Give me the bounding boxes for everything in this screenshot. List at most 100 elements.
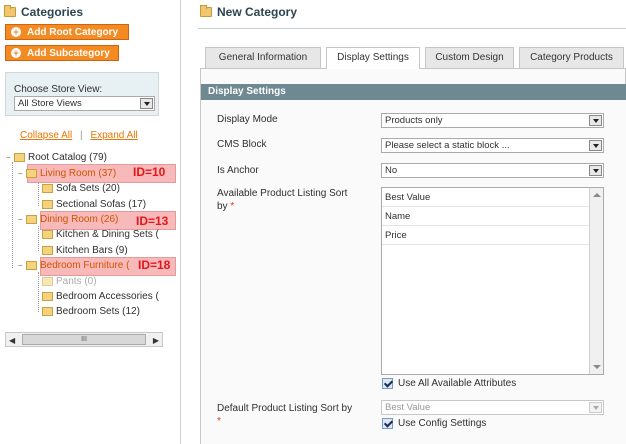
- cms-block-label: CMS Block: [217, 139, 267, 150]
- sort-by-label-line1: Available Product Listing Sort: [217, 188, 348, 199]
- store-view-value: All Store Views: [18, 98, 82, 109]
- tree-node-label: Kitchen & Dining Sets (: [56, 229, 159, 240]
- tab-general-information[interactable]: General Information: [205, 47, 321, 68]
- folder-icon: [200, 5, 212, 17]
- cms-block-value: Please select a static block ...: [385, 140, 510, 151]
- tree-line: [38, 180, 39, 206]
- tab-label: General Information: [218, 52, 308, 63]
- scroll-up-icon[interactable]: [593, 193, 601, 197]
- tree-node-sectional-sofas[interactable]: Sectional Sofas (17): [42, 199, 146, 210]
- expand-all-link[interactable]: Expand All: [90, 130, 137, 141]
- display-mode-value: Products only: [385, 115, 443, 126]
- store-view-label: Choose Store View:: [14, 84, 103, 95]
- sort-by-multiselect[interactable]: Best Value Name Price: [381, 187, 604, 375]
- tree-node-label: Bedroom Furniture (: [40, 260, 130, 271]
- dining-room-id-label: ID=13: [136, 214, 169, 228]
- display-mode-select[interactable]: Products only: [381, 113, 604, 128]
- plus-icon: +: [11, 27, 21, 37]
- collapse-toggle-icon: −: [18, 169, 23, 178]
- chevron-down-icon: [589, 115, 602, 126]
- tree-node-bedroom-furniture[interactable]: − Bedroom Furniture (: [18, 260, 129, 271]
- use-config-settings-checkbox[interactable]: [382, 418, 393, 429]
- controls-separator: |: [80, 130, 83, 141]
- page-title: New Category: [200, 5, 297, 19]
- chevron-down-icon: [589, 165, 602, 176]
- folder-icon: [26, 261, 37, 270]
- add-root-category-label: Add Root Category: [27, 26, 119, 38]
- tree-node-label: Living Room (37): [40, 168, 117, 179]
- scroll-right-icon[interactable]: ▶: [153, 336, 159, 345]
- tree-node-label: Pants (0): [56, 276, 97, 287]
- is-anchor-select[interactable]: No: [381, 163, 604, 178]
- store-view-select[interactable]: All Store Views: [14, 96, 155, 111]
- folder-icon: [42, 184, 53, 193]
- cms-block-select[interactable]: Please select a static block ...: [381, 138, 604, 153]
- folder-icon: [14, 153, 25, 162]
- tree-node-pants[interactable]: Pants (0): [42, 276, 97, 287]
- use-all-attributes-checkbox[interactable]: [382, 378, 393, 389]
- use-all-attributes-label: Use All Available Attributes: [398, 378, 517, 389]
- sort-by-label-line2: by: [217, 201, 228, 212]
- folder-icon: [42, 246, 53, 255]
- sort-list-scrollbar[interactable]: [589, 188, 603, 374]
- tree-node-bedroom-accessories[interactable]: Bedroom Accessories (: [42, 291, 159, 302]
- add-root-category-button[interactable]: + Add Root Category: [5, 24, 129, 40]
- default-sort-value: Best Value: [385, 402, 431, 413]
- tree-horizontal-scrollbar[interactable]: ◀ III ▶: [5, 332, 163, 347]
- folder-icon: [4, 5, 16, 17]
- living-room-id-label: ID=10: [133, 165, 166, 179]
- folder-icon: [42, 230, 53, 239]
- scroll-left-icon[interactable]: ◀: [9, 336, 15, 345]
- tab-display-settings[interactable]: Display Settings: [326, 47, 420, 69]
- tree-node-label: Sectional Sofas (17): [56, 199, 147, 210]
- chevron-down-icon: [589, 402, 602, 413]
- folder-icon: [42, 277, 53, 286]
- sort-option[interactable]: Name: [382, 207, 589, 226]
- tab-label: Custom Design: [435, 52, 504, 63]
- title-divider: [198, 28, 626, 29]
- tab-label: Display Settings: [337, 52, 409, 63]
- chevron-down-icon: [140, 98, 153, 109]
- use-config-settings-label: Use Config Settings: [398, 418, 487, 429]
- folder-icon: [42, 200, 53, 209]
- page-title-text: New Category: [217, 5, 298, 19]
- tree-node-bedroom-sets[interactable]: Bedroom Sets (12): [42, 306, 140, 317]
- collapse-toggle-icon: −: [18, 261, 23, 270]
- tab-custom-design[interactable]: Custom Design: [425, 47, 514, 68]
- folder-icon: [26, 215, 37, 224]
- sort-option[interactable]: Price: [382, 226, 589, 245]
- column-divider: [180, 0, 181, 444]
- required-marker: *: [230, 201, 235, 212]
- tree-node-kitchen-dining-sets[interactable]: Kitchen & Dining Sets (: [42, 229, 159, 240]
- category-sidebar: Categories + Add Root Category + Add Sub…: [0, 0, 178, 444]
- tree-node-kitchen-bars[interactable]: Kitchen Bars (9): [42, 245, 128, 256]
- add-subcategory-button[interactable]: + Add Subcategory: [5, 45, 119, 61]
- tree-line: [38, 272, 39, 312]
- chevron-down-icon: [589, 140, 602, 151]
- tree-node-label: Bedroom Accessories (: [56, 291, 159, 302]
- tree-node-root[interactable]: − Root Catalog (79): [6, 152, 107, 163]
- scroll-thumb[interactable]: III: [22, 334, 146, 345]
- tree-node-living-room[interactable]: − Living Room (37): [18, 168, 116, 179]
- store-view-box: Choose Store View: All Store Views: [5, 72, 159, 116]
- default-sort-select[interactable]: Best Value: [381, 400, 604, 415]
- tree-node-sofa-sets[interactable]: Sofa Sets (20): [42, 183, 120, 194]
- required-marker: *: [217, 416, 221, 427]
- sort-by-label: Available Product Listing Sort by *: [217, 187, 367, 213]
- tree-node-label: Root Catalog (79): [28, 152, 107, 163]
- tree-node-dining-room[interactable]: − Dining Room (26): [18, 214, 118, 225]
- display-mode-label: Display Mode: [217, 114, 278, 125]
- folder-icon: [42, 292, 53, 301]
- tree-line: [12, 162, 13, 268]
- tab-category-products[interactable]: Category Products: [519, 47, 624, 68]
- categories-title: Categories: [4, 5, 83, 19]
- bedroom-id-label: ID=18: [138, 258, 171, 272]
- plus-icon: +: [11, 48, 21, 58]
- tree-node-label: Bedroom Sets (12): [56, 306, 140, 317]
- is-anchor-label: Is Anchor: [217, 165, 259, 176]
- collapse-all-link[interactable]: Collapse All: [20, 130, 72, 141]
- tree-node-label: Dining Room (26): [40, 214, 119, 225]
- scroll-down-icon[interactable]: [593, 365, 601, 369]
- sort-option[interactable]: Best Value: [382, 188, 589, 207]
- collapse-toggle-icon: −: [18, 215, 23, 224]
